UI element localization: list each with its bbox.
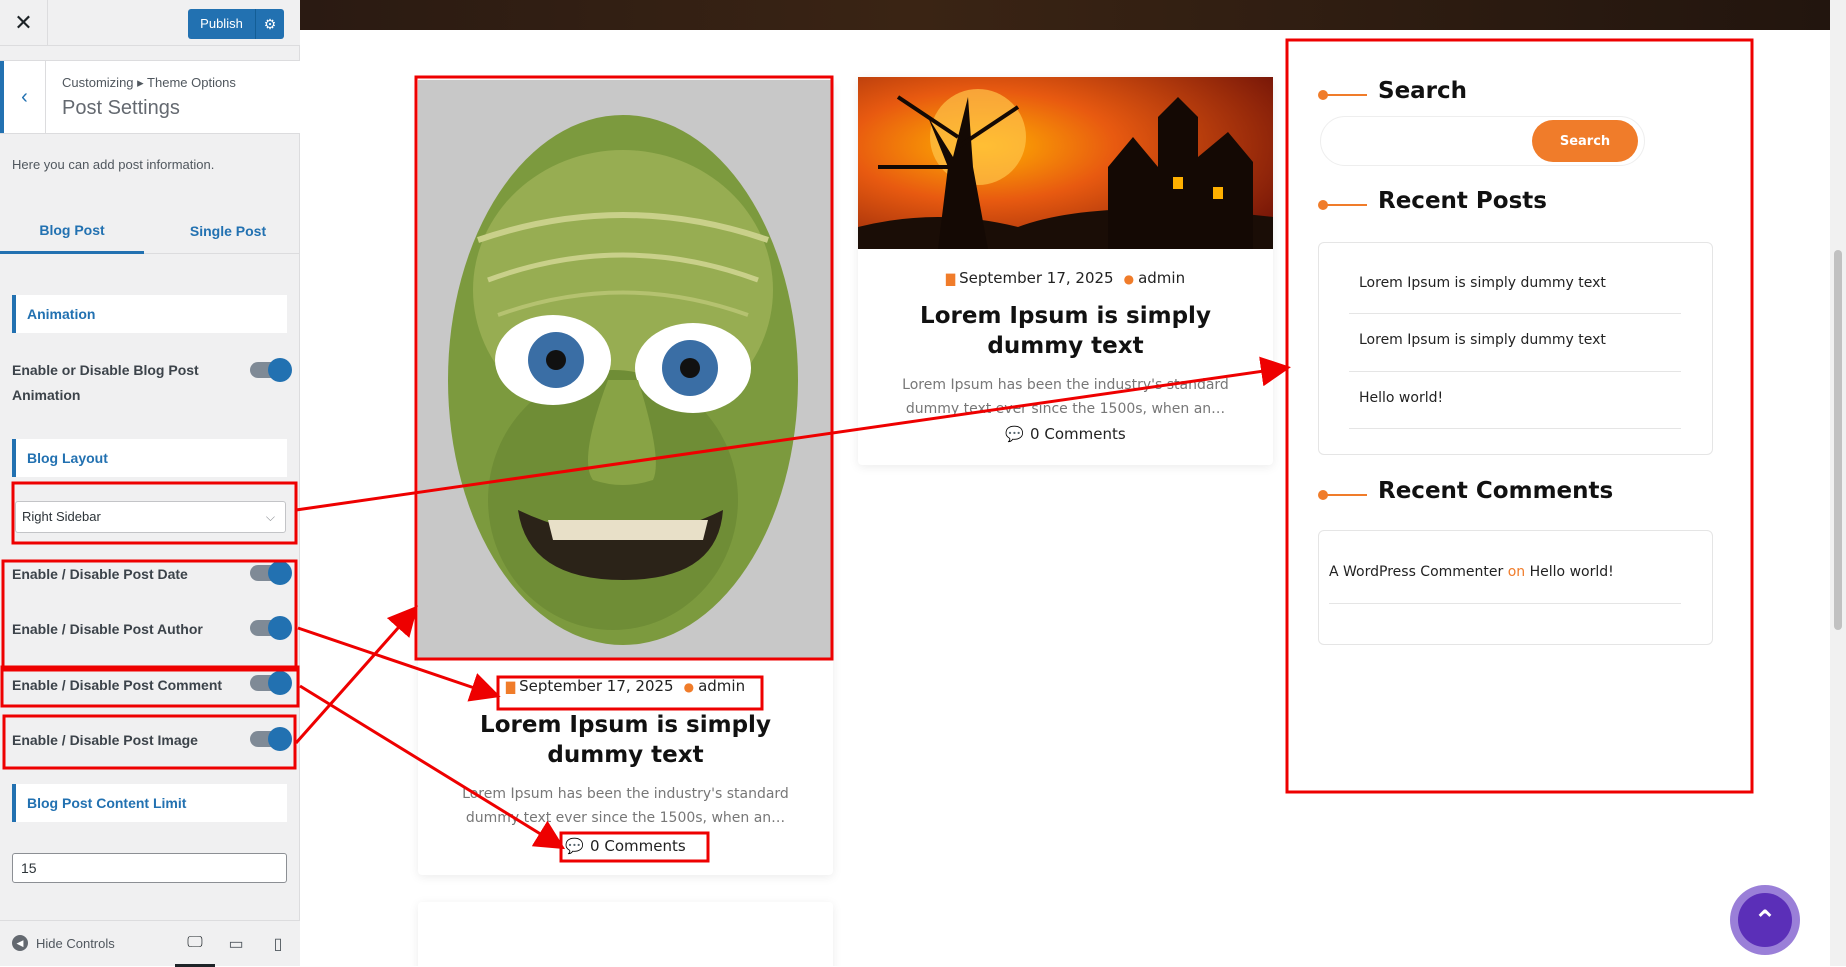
publish-label: Publish (188, 9, 256, 39)
blog-layout-heading: Blog Layout (12, 439, 287, 477)
search-button[interactable]: Search (1532, 120, 1638, 162)
content-limit-input[interactable]: 15 (12, 853, 287, 883)
recent-post-link[interactable]: Lorem Ipsum is simply dummy text (1359, 332, 1606, 348)
calendar-icon: ▇ (945, 272, 956, 286)
double-chevron-up-icon: ⌃ (1738, 893, 1792, 947)
post-image-label: Enable / Disable Post Image (12, 732, 198, 748)
tab-single-post[interactable]: Single Post (156, 208, 300, 254)
divider (1349, 313, 1681, 314)
app: ✕ Publish ⚙ ‹ Customizing ▸ Theme Option… (0, 0, 1846, 967)
site-preview: ▇ September 17, 2025 ● admin Lorem Ipsum i… (300, 0, 1846, 966)
calendar-icon: ▇ (505, 680, 516, 694)
scrollbar-thumb[interactable] (1834, 250, 1842, 630)
user-icon: ● (1123, 272, 1135, 286)
toggle-knob (268, 561, 292, 585)
divider (1349, 428, 1681, 429)
tab-blog-post[interactable]: Blog Post (0, 208, 144, 254)
post-meta: ▇ September 17, 2025 ● admin (418, 677, 833, 695)
post-date[interactable]: ▇ September 17, 2025 (946, 269, 1114, 287)
toggle-knob (268, 358, 292, 382)
post-comments-text: 0 Comments (590, 837, 686, 855)
comment-author-link[interactable]: A WordPress Commenter (1329, 564, 1503, 580)
recent-comments-title: Recent Comments (1378, 478, 1614, 504)
search-widget-title: Search (1378, 78, 1468, 104)
comment-post-link[interactable]: Hello world! (1530, 564, 1614, 580)
publish-button[interactable]: Publish ⚙ (188, 9, 284, 39)
customizer-topbar: ✕ Publish ⚙ (0, 0, 300, 46)
header-banner-image (300, 0, 1830, 30)
post-card: ▇ September 17, 2025 ● admin Lorem Ipsum i… (858, 77, 1273, 465)
tab-bar: Blog Post Single Post (0, 208, 300, 254)
comments-icon: 💬 (1005, 425, 1025, 443)
post-excerpt: Lorem Ipsum has been the industry's stan… (462, 786, 789, 826)
animation-heading: Animation (12, 295, 287, 333)
recent-posts-title: Recent Posts (1378, 188, 1547, 214)
toggle-knob (268, 671, 292, 695)
post-author-label: Enable / Disable Post Author (12, 621, 203, 637)
post-image-haunted-house[interactable] (858, 77, 1273, 249)
post-date[interactable]: ▇ September 17, 2025 (506, 677, 674, 695)
blog-layout-value: Right Sidebar (22, 509, 101, 524)
back-arrow-icon[interactable]: ‹ (0, 61, 46, 133)
blog-layout-select[interactable]: Right Sidebar ⌵ (15, 501, 286, 533)
back-to-top-button[interactable]: ⌃ (1730, 885, 1800, 955)
tablet-icon[interactable]: ▭ (216, 921, 256, 967)
preview-scrollbar[interactable] (1830, 0, 1846, 966)
close-icon[interactable]: ✕ (0, 0, 48, 46)
hide-controls-button[interactable]: ◀ Hide Controls (12, 935, 115, 951)
post-author-toggle[interactable] (250, 616, 292, 640)
animation-toggle[interactable] (250, 358, 292, 382)
post-comments[interactable]: 💬 0 Comments (858, 425, 1273, 443)
post-card: ▇ September 17, 2025 ● admin Lorem Ipsum i… (418, 80, 833, 875)
comment-on-text: on (1507, 564, 1526, 580)
section-description: Here you can add post information. (12, 157, 215, 172)
post-title[interactable]: Lorem Ipsum is simply dummy text (418, 710, 833, 770)
post-title[interactable]: Lorem Ipsum is simply dummy text (858, 301, 1273, 361)
toggle-knob (268, 616, 292, 640)
recent-comment: A WordPress Commenter on Hello world! (1329, 564, 1614, 580)
breadcrumb: Customizing ▸ Theme Options (62, 75, 236, 90)
hide-controls-label: Hide Controls (36, 935, 115, 951)
post-comment-label: Enable / Disable Post Comment (12, 677, 223, 693)
collapse-icon: ◀ (12, 935, 28, 951)
post-date-text: September 17, 2025 (519, 677, 674, 695)
post-author[interactable]: ● admin (1124, 269, 1185, 287)
post-image-zombie-mask[interactable] (418, 80, 833, 660)
content-limit-heading: Blog Post Content Limit (12, 784, 287, 822)
post-date-toggle[interactable] (250, 561, 292, 585)
post-image-toggle[interactable] (250, 727, 292, 751)
post-excerpt: Lorem Ipsum has been the industry's stan… (902, 377, 1229, 417)
post-author-text: admin (1138, 269, 1186, 287)
comments-icon: 💬 (565, 837, 585, 855)
widget-title-line (1322, 94, 1367, 96)
recent-comments-list: A WordPress Commenter on Hello world! (1318, 530, 1713, 645)
mobile-icon[interactable]: ▯ (258, 921, 298, 967)
gear-icon[interactable]: ⚙ (256, 16, 284, 33)
divider (1329, 603, 1681, 604)
widget-title-line (1322, 494, 1367, 496)
post-date-label: Enable / Disable Post Date (12, 566, 188, 582)
user-icon: ● (683, 680, 695, 694)
post-author[interactable]: ● admin (684, 677, 745, 695)
post-meta: ▇ September 17, 2025 ● admin (858, 269, 1273, 287)
post-comment-toggle[interactable] (250, 671, 292, 695)
toggle-knob (268, 727, 292, 751)
chevron-down-icon: ⌵ (265, 510, 275, 524)
post-card (418, 902, 833, 966)
animation-toggle-label: Enable or Disable Blog Post Animation (12, 362, 199, 403)
page-title: Post Settings (62, 97, 180, 119)
desktop-icon[interactable]: 🖵 (175, 921, 215, 967)
post-comments-text: 0 Comments (1030, 425, 1126, 443)
section-header: ‹ Customizing ▸ Theme Options Post Setti… (0, 60, 300, 134)
recent-post-link[interactable]: Hello world! (1359, 390, 1443, 406)
post-author-text: admin (698, 677, 746, 695)
post-date-text: September 17, 2025 (959, 269, 1114, 287)
widget-title-line (1322, 204, 1367, 206)
recent-post-link[interactable]: Lorem Ipsum is simply dummy text (1359, 275, 1606, 291)
recent-posts-list: Lorem Ipsum is simply dummy text Lorem I… (1318, 242, 1713, 455)
post-comments[interactable]: 💬 0 Comments (418, 837, 833, 855)
customizer-sidebar: ✕ Publish ⚙ ‹ Customizing ▸ Theme Option… (0, 0, 300, 967)
customizer-footer: ◀ Hide Controls 🖵 ▭ ▯ (0, 920, 300, 967)
divider (1349, 371, 1681, 372)
